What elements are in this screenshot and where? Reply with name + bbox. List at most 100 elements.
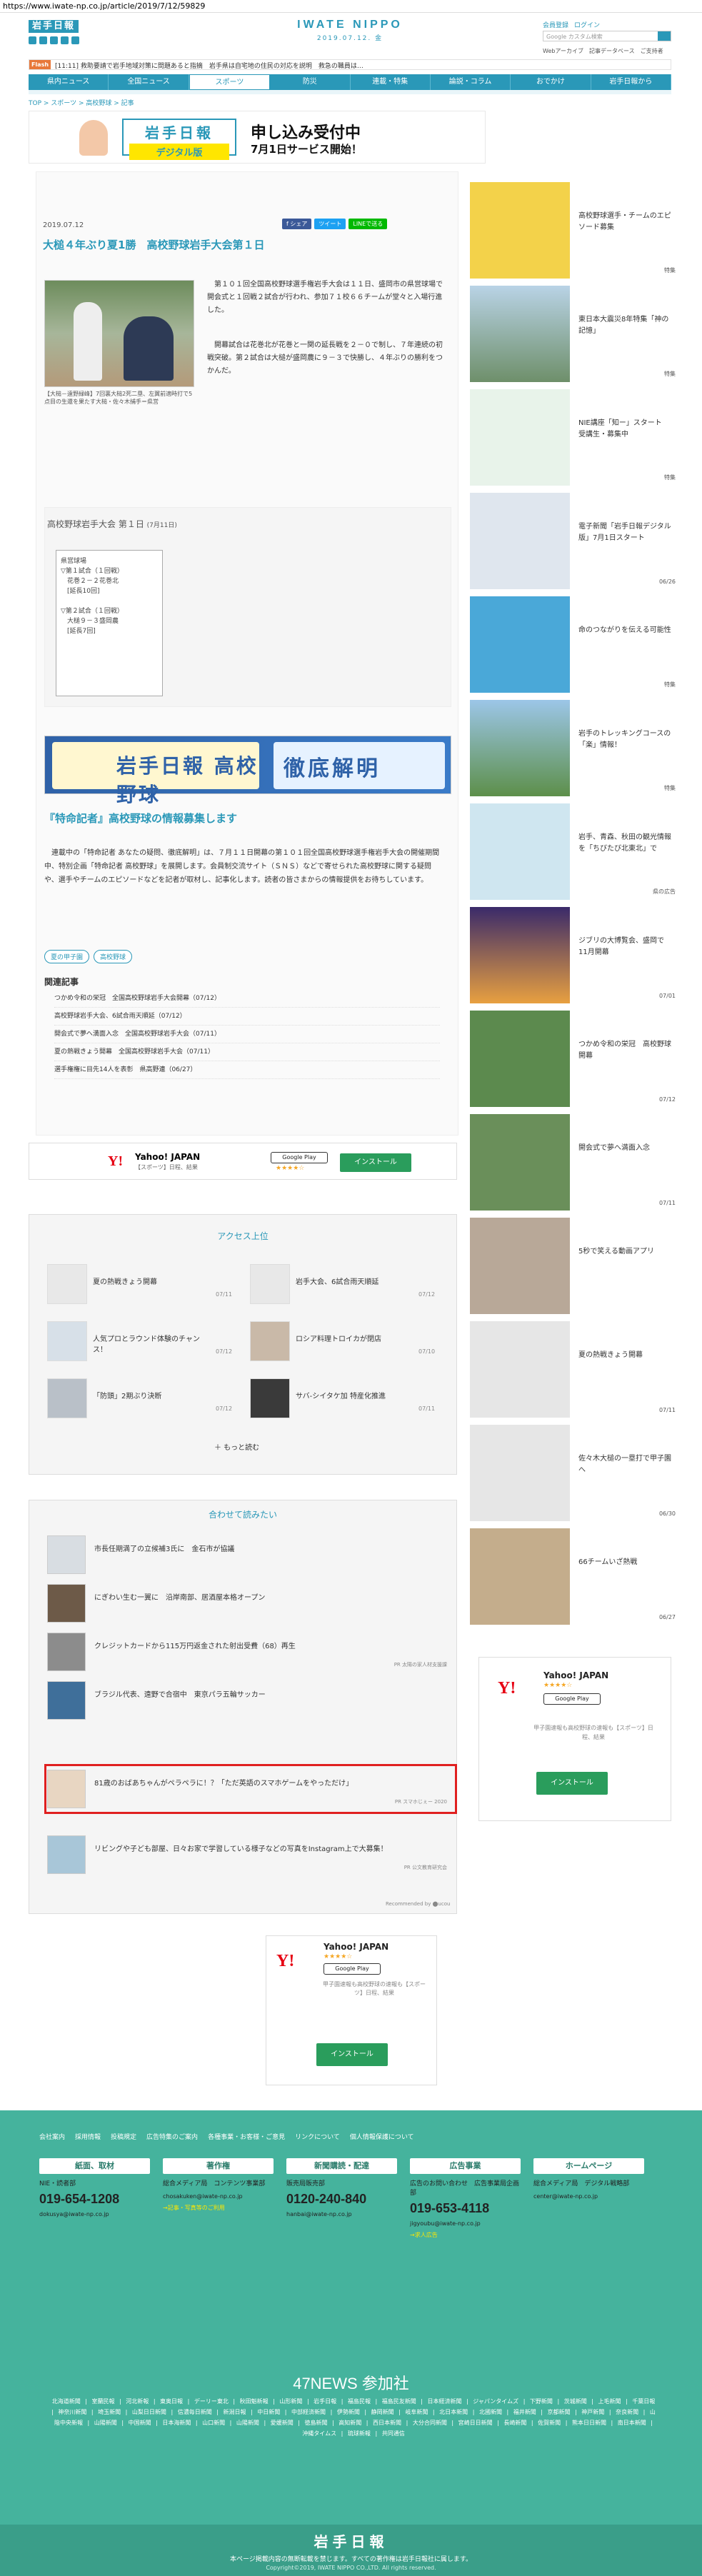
footer-link[interactable]: 会社案内 [39,2132,65,2141]
sidebar-item[interactable]: 66チームいざ熱戦 06/27 [470,1528,684,1625]
nav-sports[interactable]: スポーツ [189,74,271,90]
sidebar-item[interactable]: 夏の熱戦きょう開幕 07/11 [470,1321,684,1418]
install-button[interactable]: インストール [536,1772,608,1795]
database-link[interactable]: 記事データベース [589,47,635,55]
google-play-badge[interactable]: Google Play [543,1693,601,1705]
related-item[interactable]: つかめ令和の栄冠 全国高校野球岩手大会開幕（07/12） [54,990,440,1008]
footer-link[interactable]: 各種事業・お客様・ご意見 [208,2132,285,2141]
digital-edition-banner[interactable]: 岩手日報 デジタル版 申し込み受付中 7月1日サービス開始！ [29,111,486,164]
tweet-button[interactable]: ツイート [314,219,346,229]
recommend-item[interactable]: ブラジル代表、遠野で合宿中 東京パラ五輪サッカー [47,1681,447,1720]
nav-disaster[interactable]: 防災 [270,74,351,90]
recommend-item[interactable]: 81歳のおばあちゃんがペラペラに！？「ただ英語のスマホゲームをやっただけ」 PR… [47,1770,447,1808]
facebook-icon[interactable] [39,36,47,44]
footer-note-link[interactable]: →記事・写真等のご利用 [163,2204,274,2212]
search-input[interactable]: Google カスタム検索 [543,31,671,41]
yahoo-ad-sidebar[interactable]: Y! Yahoo! JAPAN ★★★★☆ Google Play 甲子園速報も… [478,1657,671,1821]
baseball-special-banner[interactable]: 岩手日報 高校野球 徹底解明 [44,736,451,806]
footer-link[interactable]: 広告特集のご案内 [146,2132,198,2141]
recommend-item[interactable]: にぎわい生む一翼に 沿岸南部、居酒屋本格オープン [47,1584,447,1623]
youtube-icon[interactable] [50,36,58,44]
footer-link[interactable]: 個人情報保護について [350,2132,414,2141]
ranking-item[interactable]: 岩手大会、6試合雨天順延 07/12 [250,1264,450,1304]
sidebar-item[interactable]: 東日本大震災8年特集「神の記憶」 特集 [470,286,684,382]
nav-columns[interactable]: 論説・コラム [431,74,511,90]
twitter-icon[interactable] [29,36,36,44]
ranking-item[interactable]: サバ-シイタケ加 特産化推進 07/11 [250,1378,450,1418]
google-play-badge[interactable]: Google Play [324,1963,381,1975]
sidebar-item[interactable]: 岩手、青森、秋田の観光情報を「ちびたび北東北」で 県の広告 [470,803,684,900]
recommend-item[interactable]: リビングや子ども部屋、日々お家で学習している様子などの写真をInstagram上… [47,1835,447,1874]
search-icon[interactable] [658,31,671,41]
ranking-item[interactable]: ロシア料理トロイカが閉店 07/10 [250,1321,450,1361]
yahoo-logo-icon: Y! [276,1952,295,1970]
register-link[interactable]: 会員登録 [543,20,568,29]
partner-list[interactable]: 北海道新聞 | 室蘭民報 | 河北新報 | 東奥日報 | デーリー東北 | 秋田… [50,2396,657,2439]
sidebar-item[interactable]: 5秒で笑える動画アプリ [470,1218,684,1314]
ranking-item[interactable]: 「防頭」2期ぶり決断 07/12 [47,1378,247,1418]
url-bar[interactable]: https://www.iwate-np.co.jp/article/2019/… [0,0,702,13]
footer-link[interactable]: 採用情報 [75,2132,101,2141]
nav-outing[interactable]: おでかけ [511,74,591,90]
sidebar-item[interactable]: つかめ令和の栄冠 高校野球開幕 07/12 [470,1011,684,1107]
nav-features[interactable]: 連載・特集 [351,74,431,90]
sidebar-item[interactable]: ジブリの大博覧会、盛岡で11月開幕 07/01 [470,907,684,1003]
footer-col-head: 紙面、取材 [39,2158,150,2174]
brand-name[interactable]: IWATE NIPPO [279,19,421,31]
footer-phone[interactable]: 019-653-4118 [410,2201,521,2216]
recommend-item[interactable]: クレジットカードから115万円返金された射出受費（68）再生 PR 太陽の家人材… [47,1633,447,1671]
rss-icon[interactable] [71,36,79,44]
yahoo-ad-square[interactable]: Y! Yahoo! JAPAN ★★★★☆ Google Play 甲子園速報も… [266,1935,437,2085]
google-play-badge[interactable]: Google Play [271,1152,328,1163]
ranking-title: 「防頭」2期ぶり決断 [93,1393,162,1400]
install-button[interactable]: インストール [316,2043,388,2066]
sidebar-item[interactable]: 命のつながりを伝える可能性 特集 [470,596,684,693]
footer-link[interactable]: リンクについて [295,2132,340,2141]
login-link[interactable]: ログイン [574,20,600,29]
facebook-share-button[interactable]: f シェア [282,219,312,229]
footer-email[interactable]: dokusya@iwate-np.co.jp [39,2211,150,2217]
footer-email[interactable]: chosakuken@iwate-np.co.jp [163,2193,274,2200]
footer-logo[interactable]: 岩手日報 [0,2530,702,2551]
flash-text[interactable]: [11:11] 救助要請で岩手地域対策に問題あると指摘 岩手県は自宅地の住民の対… [55,61,662,70]
recommended-by[interactable]: Recommended by ⬤ucou [386,1901,450,1907]
sidebar-item[interactable]: 開会式で夢へ満面入念 07/11 [470,1114,684,1211]
footer-phone[interactable]: 0120-240-840 [286,2192,397,2207]
related-item[interactable]: 開会式で夢へ満面入念 全国高校野球岩手大会（07/11） [54,1026,440,1043]
install-button[interactable]: インストール [340,1153,411,1172]
site-logo[interactable]: 岩手日報 [29,20,79,33]
support-link[interactable]: ご支持者 [641,47,663,55]
nav-local-news[interactable]: 県内ニュース [29,74,109,90]
line-share-button[interactable]: LINEで送る [349,219,388,229]
info-request-body: 連載中の「特命記者 あなたの疑問、徹底解明」は、７月１１日開幕の第１０１回全国高… [44,849,440,884]
breadcrumb[interactable]: TOP > スポーツ > 高校野球 > 記事 [29,98,134,107]
sidebar-item[interactable]: 佐々木大槌の一塁打で甲子園へ 06/30 [470,1425,684,1521]
article-photo[interactable] [44,280,194,387]
ranking-item[interactable]: 人気プロとラウンド体験のチャンス！ 07/12 [47,1321,247,1361]
instagram-icon[interactable] [61,36,69,44]
footer-note-link[interactable]: →求人広告 [410,2231,521,2239]
footer-col-head: ホームページ [533,2158,644,2174]
footer-email[interactable]: hanbai@iwate-np.co.jp [286,2211,397,2217]
tag-summer-koshien[interactable]: 夏の甲子園 [44,950,90,963]
more-button[interactable]: ＋ もっと読む [214,1441,259,1452]
sidebar-item[interactable]: NIE講座「知ー」スタート 受講生・募集中 特集 [470,389,684,486]
related-item[interactable]: 夏の熱戦きょう開幕 全国高校野球岩手大会（07/11） [54,1043,440,1061]
sidebar-item[interactable]: 岩手のトレッキングコースの「楽」情報！ 特集 [470,700,684,796]
related-item[interactable]: 選手権権に目先14人を表彰 県高野連（06/27） [54,1061,440,1079]
footer-phone[interactable]: 019-654-1208 [39,2192,150,2207]
footer-email[interactable]: center@iwate-np.co.jp [533,2193,644,2200]
sidebar-item[interactable]: 電子新聞「岩手日報デジタル版」7月1日スタート 06/26 [470,493,684,589]
footer-link[interactable]: 投稿規定 [111,2132,136,2141]
flash-news-bar[interactable]: Flash [11:11] 救助要請で岩手地域対策に問題あると指摘 岩手県は自宅… [29,59,671,70]
recommend-item[interactable]: 市長任期満了の立候補3氏に 金石市が協議 [47,1535,447,1574]
related-item[interactable]: 高校野球岩手大会、6試合雨天順延（07/12） [54,1008,440,1026]
tag-high-school-baseball[interactable]: 高校野球 [94,950,133,963]
ranking-item[interactable]: 夏の熱戦きょう開幕 07/11 [47,1264,247,1304]
yahoo-ad-banner[interactable]: Y! Yahoo! JAPAN 【スポーツ】日程、結果 Google Play … [29,1143,457,1180]
archive-link[interactable]: Webアーカイブ [543,47,583,55]
nav-from-nippo[interactable]: 岩手日報から [591,74,671,90]
sidebar-item[interactable]: 高校野球選手・チームのエピソード募集 特集 [470,182,684,279]
footer-email[interactable]: jigyoubu@iwate-np.co.jp [410,2220,521,2227]
nav-national-news[interactable]: 全国ニュース [109,74,189,90]
